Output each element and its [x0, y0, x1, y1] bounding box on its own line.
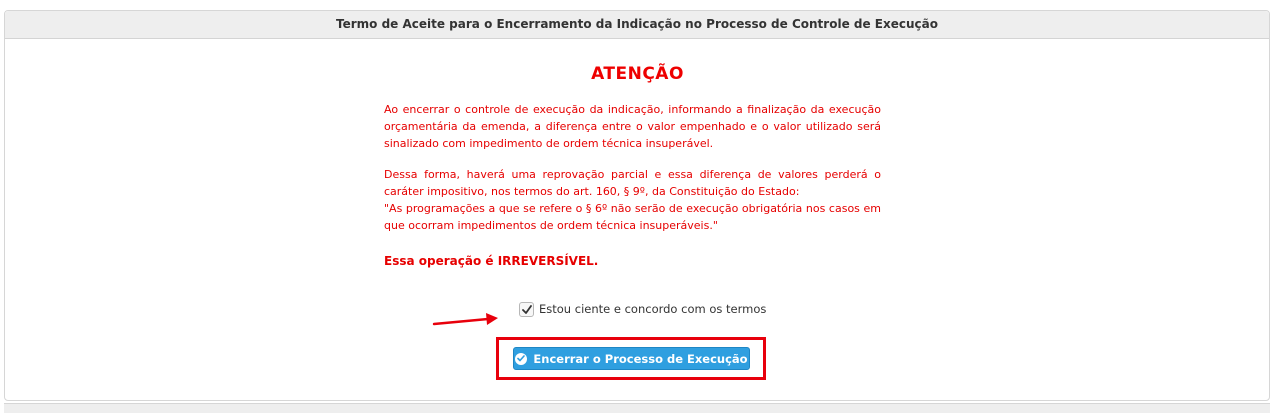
warning-paragraph-2: Dessa forma, haverá uma reprovação parci… [384, 166, 881, 234]
warning-text: Ao encerrar o controle de execução da in… [384, 101, 881, 234]
terms-agreement[interactable]: Estou ciente e concordo com os termos [519, 300, 766, 318]
check-icon [521, 304, 532, 314]
agreement-checkbox[interactable] [519, 301, 534, 317]
warning-paragraph-1: Ao encerrar o controle de execução da in… [384, 103, 881, 150]
close-execution-button[interactable]: Encerrar o Processo de Execução [513, 347, 750, 370]
check-circle-icon [515, 352, 528, 365]
arrow-right-icon [432, 313, 498, 326]
agreement-label[interactable]: Estou ciente e concordo com os termos [539, 302, 766, 316]
close-execution-label: Encerrar o Processo de Execução [533, 351, 748, 366]
constitution-quote: "As programações a que se refere o § 6º … [384, 202, 881, 232]
next-panel-edge [4, 403, 1270, 413]
irreversible-notice: Essa operação é IRREVERSÍVEL. [384, 254, 599, 268]
warning-title: ATENÇÃO [591, 64, 684, 84]
panel-title: Termo de Aceite para o Encerramento da I… [5, 11, 1269, 39]
warning-paragraph-2-text: Dessa forma, haverá uma reprovação parci… [384, 168, 881, 198]
